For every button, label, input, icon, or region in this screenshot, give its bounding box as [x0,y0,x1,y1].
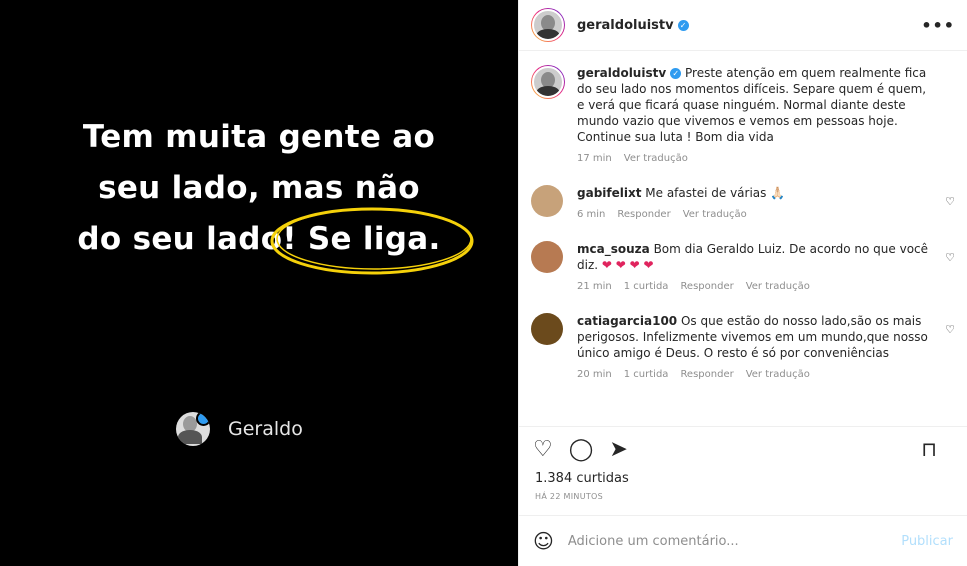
caption-avatar[interactable] [531,65,565,99]
comment-like-icon[interactable]: ♡ [945,323,955,336]
commenter-avatar[interactable] [531,241,563,273]
quote-line-3a: do seu lado [77,221,283,257]
likes-count[interactable]: 1.384 curtidas [519,471,967,486]
post-sidebar: geraldoluistv ✓ ••• geraldoluistv ✓ Preste… [518,0,967,566]
caption-meta: 17 min Ver tradução [577,151,937,167]
reply-button[interactable]: Responder [680,281,733,292]
post-author: Geraldo [176,412,303,446]
translate-link[interactable]: Ver tradução [624,153,688,164]
verified-icon [196,412,210,426]
comment-like-icon[interactable]: ♡ [945,195,955,208]
commenter-avatar[interactable] [531,185,563,217]
verified-icon: ✓ [670,68,682,79]
commenter-avatar[interactable] [531,313,563,345]
header-username[interactable]: geraldoluistv ✓ [577,18,689,33]
reply-button[interactable]: Responder [680,369,733,380]
comment-icon[interactable]: ◯ [569,437,594,462]
author-name: Geraldo [228,418,303,440]
action-bar: ♡ ◯ ➤ ⊓ [519,427,967,471]
save-icon[interactable]: ⊓ [921,437,937,461]
comment-item: catiagarcia100 Os que estão do nosso lad… [531,313,955,383]
add-comment-bar: ☺ Adicione um comentário... Publicar [519,515,967,566]
emoji-icon[interactable]: ☺ [533,529,554,553]
instagram-post-view: Tem muita gente ao seu lado, mas não do … [0,0,967,566]
post-header: geraldoluistv ✓ ••• [519,0,967,51]
avatar[interactable] [531,8,565,42]
comment-likes[interactable]: 1 curtida [624,281,669,292]
like-icon[interactable]: ♡ [533,437,553,462]
publish-button[interactable]: Publicar [901,534,953,549]
caption-time[interactable]: 17 min [577,153,612,164]
translate-link[interactable]: Ver tradução [746,281,810,292]
comments-list: geraldoluistv ✓ Preste atenção em quem re… [519,51,967,427]
hearts-emoji: ❤ ❤ ❤ ❤ [601,258,654,272]
comment-input[interactable]: Adicione um comentário... [568,534,739,549]
post-time[interactable]: HÁ 22 MINUTOS [519,486,967,501]
comment-username[interactable]: gabifelixt [577,186,641,200]
comment-likes[interactable]: 1 curtida [624,369,669,380]
comment-time[interactable]: 20 min [577,369,612,380]
comment-username[interactable]: mca_souza [577,242,650,256]
comment-like-icon[interactable]: ♡ [945,251,955,264]
comment-text: Me afastei de várias 🙏🏻 [645,186,786,200]
translate-link[interactable]: Ver tradução [746,369,810,380]
comment-time[interactable]: 6 min [577,209,605,220]
share-icon[interactable]: ➤ [609,437,627,462]
translate-link[interactable]: Ver tradução [683,209,747,220]
more-options-icon[interactable]: ••• [921,16,955,35]
highlight-circle [270,207,474,275]
post-image: Tem muita gente ao seu lado, mas não do … [0,0,518,566]
author-avatar [176,412,210,446]
comment-item: mca_souza Bom dia Geraldo Luiz. De acord… [531,241,955,295]
caption-username[interactable]: geraldoluistv [577,66,666,80]
comment-time[interactable]: 21 min [577,281,612,292]
reply-button[interactable]: Responder [617,209,670,220]
verified-icon: ✓ [677,19,689,31]
caption: geraldoluistv ✓ Preste atenção em quem re… [531,65,955,167]
comment-username[interactable]: catiagarcia100 [577,314,677,328]
quote-line-1: Tem muita gente ao [82,119,436,155]
comment-item: gabifelixt Me afastei de várias 🙏🏻 6 min… [531,185,955,223]
